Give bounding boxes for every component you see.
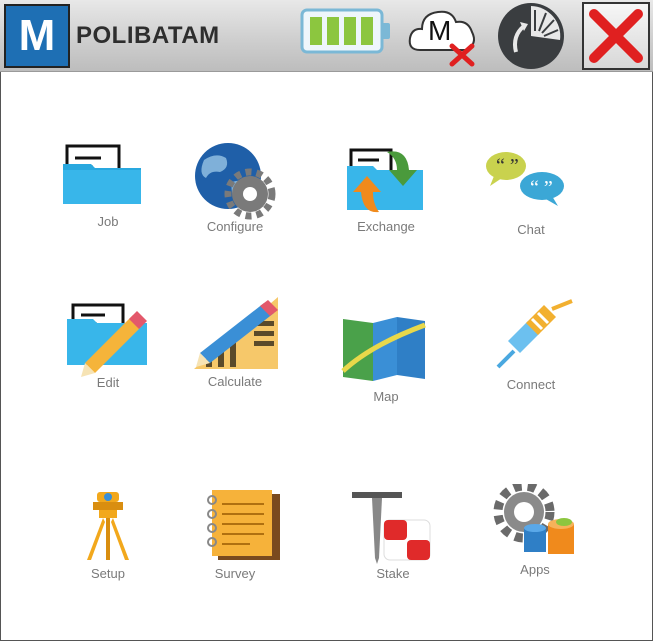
cloud-disconnected-icon[interactable]: M <box>406 2 480 68</box>
battery-icon[interactable] <box>300 8 392 54</box>
tripod-instrument-icon <box>87 492 129 560</box>
globe-gear-icon <box>195 143 276 220</box>
menu-item-map[interactable]: Map <box>321 305 451 415</box>
svg-text:“ ”: “ ” <box>530 177 553 199</box>
menu-item-exchange[interactable]: Exchange <box>321 140 451 250</box>
menu-item-job[interactable]: Job <box>43 140 173 250</box>
menu-item-label: Configure <box>206 219 264 234</box>
menu-item-survey[interactable]: Survey <box>170 488 300 598</box>
menu-item-label: Chat <box>517 222 545 237</box>
title-bar: M POLIBATAM M <box>0 0 653 72</box>
menu-item-label: Edit <box>96 375 120 390</box>
menu-item-label: Job <box>97 214 119 229</box>
app-title: POLIBATAM <box>76 22 220 49</box>
menu-item-label: Calculate <box>207 374 263 389</box>
folder-exchange-icon <box>347 148 423 213</box>
menu-item-label: Stake <box>376 566 410 581</box>
stake-target-icon <box>352 492 431 564</box>
svg-text:“ ”: “ ” <box>496 155 519 177</box>
notebook-icon <box>207 490 280 560</box>
close-icon <box>589 9 643 63</box>
menu-item-label: Apps <box>520 562 550 577</box>
menu-item-label: Map <box>373 389 399 404</box>
menu-item-connect[interactable]: Connect <box>466 297 596 407</box>
cloud-letter: M <box>428 15 451 46</box>
gear-database-icon <box>493 484 574 554</box>
menu-item-calculate[interactable]: Calculate <box>170 297 300 407</box>
chat-bubbles-icon: “ ” “ ” <box>486 152 564 206</box>
menu-item-setup[interactable]: Setup <box>43 488 173 598</box>
close-button[interactable] <box>582 2 650 70</box>
menu-item-apps[interactable]: Apps <box>470 484 600 594</box>
folder-pencil-icon <box>67 303 147 377</box>
menu-item-label: Connect <box>506 377 556 392</box>
pencil-chart-icon <box>194 297 278 369</box>
app-logo: M <box>4 4 70 68</box>
menu-item-configure[interactable]: Configure <box>170 140 300 250</box>
menu-item-stake[interactable]: Stake <box>328 488 458 598</box>
menu-item-chat[interactable]: “ ” “ ” Chat <box>466 140 596 250</box>
menu-item-edit[interactable]: Edit <box>43 297 173 407</box>
logo-letter: M <box>18 11 56 60</box>
clock-history-icon[interactable] <box>494 0 568 72</box>
menu-item-label: Setup <box>91 566 125 581</box>
menu-item-label: Survey <box>214 566 256 581</box>
folder-document-icon <box>63 144 141 204</box>
plug-connector-icon <box>496 299 573 369</box>
map-icon <box>341 317 426 381</box>
menu-item-label: Exchange <box>357 219 415 234</box>
